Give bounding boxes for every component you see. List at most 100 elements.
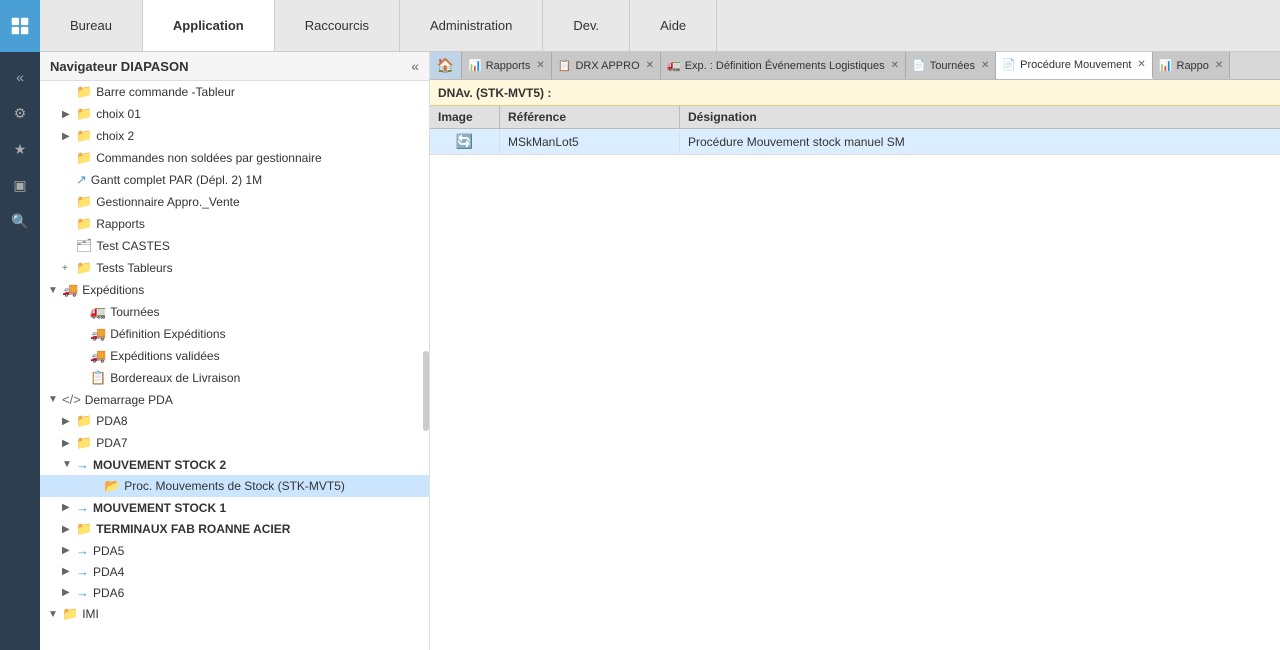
tree-label: Demarrage PDA [85,393,173,407]
tree-chevron: ▶ [62,502,76,513]
tree-item-tournees[interactable]: 🚛 Tournées [40,301,429,323]
nav-item-application[interactable]: Application [143,0,275,51]
table-row[interactable]: 🔄 MSkManLot5 Procédure Mouvement stock m… [430,129,1280,155]
tab-rappo-label: Rappo [1177,60,1209,72]
tab-rapports-label: Rapports [486,60,531,72]
sidebar-collapse-button[interactable]: « [411,58,419,74]
tree-item-test-castes[interactable]: 🗂 Test CASTES [40,235,429,257]
tab-exp-close[interactable]: ✕ [891,60,899,71]
tab-exp-def[interactable]: 🚛 Exp. : Définition Événements Logistiqu… [661,52,906,79]
monitor-icon[interactable]: ▣ [5,170,35,200]
nav-item-dev[interactable]: Dev. [543,0,630,51]
tab-tournees[interactable]: 📄 Tournées ✕ [906,52,996,79]
tree-label: MOUVEMENT STOCK 1 [93,501,226,515]
tree-label: Expéditions validées [110,349,219,363]
arrow-right-icon: → [76,564,89,579]
tab-rapports-close[interactable]: ✕ [536,60,544,71]
tree-item-choix01[interactable]: ▶ 📁 choix 01 [40,103,429,125]
tree-item-gantt[interactable]: ↗ Gantt complet PAR (Dépl. 2) 1M [40,169,429,191]
tree-item-pda5[interactable]: ▶ → PDA5 [40,540,429,561]
tree-item-mvt-stock2[interactable]: ▼ → MOUVEMENT STOCK 2 [40,454,429,475]
tree-item-choix02[interactable]: ▶ 📁 choix 2 [40,125,429,147]
nav-item-raccourcis[interactable]: Raccourcis [275,0,400,51]
arrow-right-icon: → [76,585,89,600]
tree-label: PDA7 [96,436,127,450]
icon-bar: « ⚙ ★ ▣ 🔍 [0,52,40,650]
folder-icon: 📁 [76,260,92,276]
folder-icon: 📁 [76,106,92,122]
tree-chevron: ▶ [62,566,76,577]
tree-item-pda4[interactable]: ▶ → PDA4 [40,561,429,582]
tree-item-tests-tableurs[interactable]: + 📁 Tests Tableurs [40,257,429,279]
tree-label: Expéditions [82,283,144,297]
scrollbar-indicator [423,351,429,431]
table-header: Image Référence Désignation [430,106,1280,129]
tab-proc-close[interactable]: ✕ [1137,59,1145,70]
tree-item-demarrage-pda[interactable]: ▼ </> Demarrage PDA [40,389,429,410]
tree-chevron: ▼ [48,394,62,405]
arrow-right-icon: → [76,500,89,515]
tree-label: PDA6 [93,586,124,600]
nav-item-administration[interactable]: Administration [400,0,543,51]
sidebar-tree: 📁 Barre commande -Tableur ▶ 📁 choix 01 ▶… [40,81,429,650]
row-image-icon: 🔄 [456,133,473,150]
collapse-icon[interactable]: « [5,62,35,92]
star-icon[interactable]: ★ [5,134,35,164]
table-cell-reference: MSkManLot5 [500,131,680,153]
tree-item-proc-mvt-stock[interactable]: 📂 Proc. Mouvements de Stock (STK-MVT5) [40,475,429,497]
tree-item-mvt-stock1[interactable]: ▶ → MOUVEMENT STOCK 1 [40,497,429,518]
tab-rappo-close[interactable]: ✕ [1215,60,1223,71]
tree-label: Définition Expéditions [110,327,225,341]
tree-chevron: ▶ [62,131,76,142]
search-icon[interactable]: 🔍 [5,206,35,236]
truck-small-icon: 🚛 [90,304,106,320]
tree-item-commandes[interactable]: 📁 Commandes non soldées par gestionnaire [40,147,429,169]
truck-icon: 🚚 [62,282,78,298]
folder-icon: 📁 [76,435,92,451]
tree-label: Bordereaux de Livraison [110,371,240,385]
folder-icon: 📁 [76,84,92,100]
tree-label: Tournées [110,305,159,319]
tree-label: Barre commande -Tableur [96,85,235,99]
tab-drx-appro[interactable]: 📋 DRX APPRO ✕ [552,52,661,79]
tab-tournees-icon: 📄 [912,59,926,72]
tree-label: Tests Tableurs [96,261,172,275]
truck-doc-icon: 📋 [90,370,106,386]
tree-item-rapports[interactable]: 📁 Rapports [40,213,429,235]
tree-chevron: ▶ [62,545,76,556]
tree-item-bordereaux[interactable]: 📋 Bordereaux de Livraison [40,367,429,389]
tab-drx-label: DRX APPRO [575,60,639,72]
sidebar: Navigateur DIAPASON « 📁 Barre commande -… [40,52,430,650]
tab-proc-mvt[interactable]: 📄 Procédure Mouvement ✕ [996,52,1152,79]
nav-item-bureau[interactable]: Bureau [40,0,143,51]
tree-item-pda8[interactable]: ▶ 📁 PDA8 [40,410,429,432]
tree-chevron: ▶ [62,524,76,535]
gear-icon[interactable]: ⚙ [5,98,35,128]
tab-drx-close[interactable]: ✕ [646,60,654,71]
tree-item-def-expeditions[interactable]: 🚚 Définition Expéditions [40,323,429,345]
tree-label: IMI [82,607,99,621]
tree-label: Test CASTES [97,239,170,253]
dnav-bar: DNAv. (STK-MVT5) : [430,80,1280,106]
nav-item-aide[interactable]: Aide [630,0,717,51]
table-header-reference: Référence [500,106,680,128]
tab-tournees-label: Tournées [930,60,975,72]
tree-item-pda6[interactable]: ▶ → PDA6 [40,582,429,603]
tree-label: PDA4 [93,565,124,579]
tree-item-pda7[interactable]: ▶ 📁 PDA7 [40,432,429,454]
tree-item-expeditions-validees[interactable]: 🚚 Expéditions validées [40,345,429,367]
tree-label: choix 01 [96,107,141,121]
tree-item-gestionnaire[interactable]: 📁 Gestionnaire Appro._Vente [40,191,429,213]
tree-item-imi[interactable]: ▼ 📁 IMI [40,603,429,625]
tab-tournees-close[interactable]: ✕ [981,60,989,71]
home-icon: 🏠 [437,57,454,74]
tree-item-terminaux[interactable]: ▶ 📁 TERMINAUX FAB ROANNE ACIER [40,518,429,540]
tab-proc-icon: 📄 [1002,58,1016,71]
tree-item-expeditions[interactable]: ▼ 🚚 Expéditions [40,279,429,301]
tree-chevron: ▶ [62,587,76,598]
tree-chevron: ▶ [62,438,76,449]
tab-rapports[interactable]: 📊 Rapports ✕ [462,52,552,79]
tab-home[interactable]: 🏠 [430,52,462,79]
tree-item-barre-commande[interactable]: 📁 Barre commande -Tableur [40,81,429,103]
tab-rappo[interactable]: 📊 Rappo ✕ [1153,52,1231,79]
